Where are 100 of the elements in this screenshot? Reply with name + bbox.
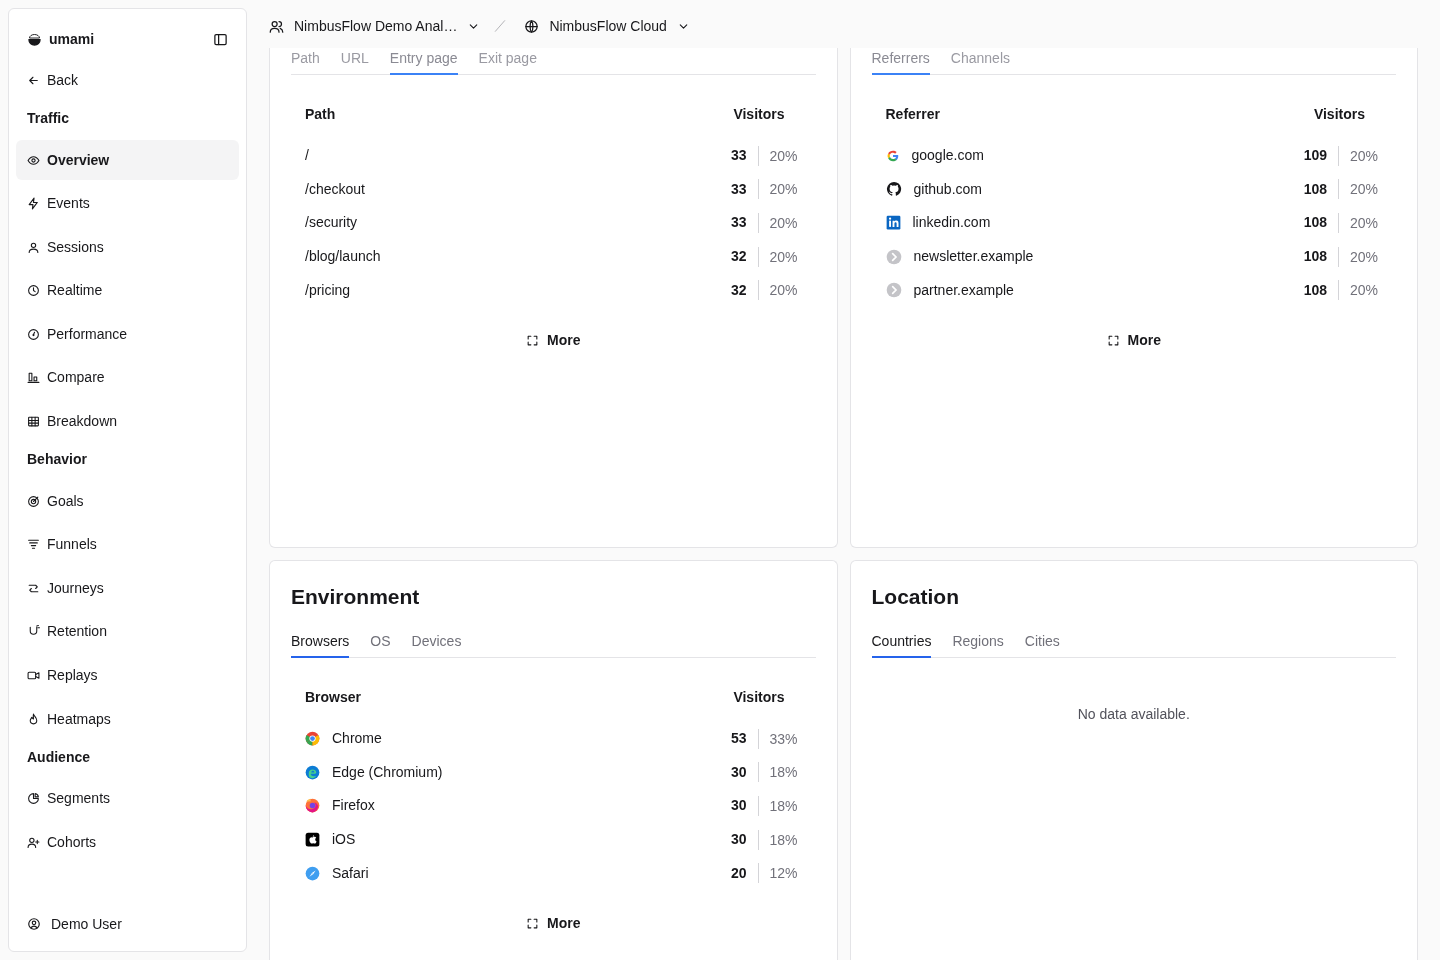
lightning-icon (27, 197, 40, 211)
visitor-count: 108 (1303, 213, 1328, 233)
firefox-icon (305, 798, 320, 814)
row-label: newsletter.example (913, 247, 1034, 267)
row-label: /checkout (305, 179, 365, 199)
users-icon (269, 18, 284, 34)
row-label: /pricing (305, 280, 351, 300)
visitor-percent: 20% (1338, 179, 1381, 200)
team-selector[interactable]: NimbusFlow Demo Anal… (269, 15, 481, 37)
nav-item[interactable]: Heatmaps (16, 699, 239, 740)
visitor-percent: 20% (1338, 145, 1381, 166)
row-label: google.com (911, 146, 984, 166)
nav-item[interactable]: Overview (16, 140, 239, 180)
chevron-circle-icon (885, 282, 902, 299)
user-circle-icon (27, 917, 41, 931)
row-label: linkedin.com (912, 213, 991, 233)
visitor-count: 32 (730, 280, 748, 300)
eye-icon (27, 153, 40, 167)
visitor-count: 30 (730, 796, 748, 816)
visitor-count: 32 (730, 247, 748, 267)
nav-item[interactable]: Segments (16, 778, 239, 819)
panel-title: Location (871, 584, 960, 610)
back-link[interactable]: Back (16, 65, 90, 95)
expand-icon (526, 334, 539, 348)
google-g-icon (885, 148, 900, 163)
nav-item[interactable]: Funnels (16, 524, 239, 565)
visitor-count: 30 (730, 830, 748, 850)
tab[interactable]: OS (370, 631, 391, 658)
column-header: Visitors (733, 104, 786, 124)
edge-icon (305, 764, 320, 780)
compass-icon (305, 865, 320, 881)
visitor-count: 108 (1303, 280, 1328, 300)
empty-message: No data available. (1077, 705, 1190, 724)
user-plus-icon (27, 835, 40, 849)
more-button[interactable]: More (526, 911, 581, 936)
visitor-percent: 18% (757, 796, 801, 816)
column-header: Browser (305, 687, 363, 707)
visitor-percent: 20% (1338, 213, 1381, 233)
visitor-percent: 20% (757, 246, 801, 267)
tab[interactable]: Referrers (871, 48, 930, 75)
row-label: partner.example (913, 280, 1014, 300)
visitor-percent: 12% (757, 863, 801, 884)
logo-icon (27, 31, 42, 47)
visitor-count: 108 (1303, 179, 1328, 199)
visitor-count: 33 (730, 179, 748, 199)
chrome-icon (305, 731, 320, 747)
pie-chart-icon (27, 792, 40, 806)
nav-item[interactable]: Replays (16, 655, 239, 696)
user-menu[interactable]: Demo User (16, 909, 133, 939)
flame-icon (27, 712, 40, 726)
column-header: Referrer (885, 104, 941, 124)
visitor-count: 33 (730, 146, 748, 166)
nav-item[interactable]: Cohorts (16, 822, 239, 863)
target-icon (27, 494, 40, 508)
nav-item[interactable]: Compare (16, 357, 239, 398)
expand-icon (1106, 334, 1120, 348)
visitor-count: 108 (1303, 247, 1328, 267)
visitor-percent: 33% (757, 728, 801, 749)
column-header: Visitors (1313, 104, 1366, 124)
column-header: Visitors (733, 687, 786, 707)
row-label: github.com (913, 179, 982, 199)
tab[interactable]: Browsers (291, 631, 350, 658)
visitor-count: 33 (730, 213, 748, 233)
funnel-icon (27, 538, 40, 552)
tab[interactable]: Entry page (389, 48, 458, 75)
clock-icon (27, 284, 40, 298)
nav-item[interactable]: Goals (16, 481, 239, 522)
more-button[interactable]: More (1106, 328, 1161, 353)
nav-item[interactable]: Performance (16, 314, 239, 355)
globe-icon (524, 18, 540, 34)
nav-item[interactable]: Retention (16, 611, 239, 652)
tab[interactable]: Countries (871, 631, 932, 658)
gauge-icon (27, 327, 40, 341)
visitor-percent: 20% (757, 213, 801, 233)
tab[interactable]: Devices (411, 631, 462, 658)
nav-item[interactable]: Breakdown (16, 401, 239, 442)
visitor-count: 53 (730, 729, 748, 749)
visitor-percent: 20% (757, 145, 801, 166)
row-label: iOS (332, 830, 356, 850)
table-icon (27, 415, 40, 429)
user-icon (27, 240, 40, 254)
nav-item[interactable]: Realtime (16, 270, 239, 311)
nav-item[interactable]: Sessions (16, 227, 239, 268)
visitor-percent: 18% (757, 829, 801, 850)
tab[interactable]: Cities (1024, 631, 1060, 658)
nav-item[interactable]: Journeys (16, 568, 239, 609)
more-button[interactable]: More (526, 328, 581, 353)
visitor-percent: 20% (757, 179, 801, 200)
row-label: /blog/launch (305, 247, 381, 267)
row-label: / (305, 146, 309, 166)
visitor-percent: 18% (757, 762, 801, 783)
visitor-percent: 20% (757, 280, 801, 301)
linkedin-icon (885, 215, 901, 231)
nav-item[interactable]: Events (16, 183, 239, 224)
section-heading: Behavior (26, 450, 88, 470)
website-selector[interactable]: NimbusFlow Cloud (524, 15, 690, 37)
tab[interactable]: Regions (952, 631, 1004, 658)
section-heading: Traffic (26, 109, 70, 128)
octocat-icon (885, 181, 902, 198)
expand-icon (526, 917, 539, 931)
